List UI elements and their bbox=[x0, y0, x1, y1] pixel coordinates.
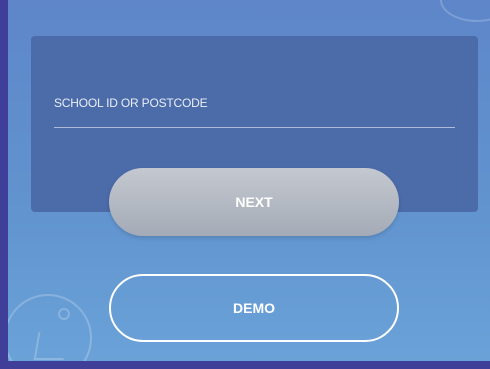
ring-dot-shape bbox=[58, 308, 70, 320]
login-screen: SCHOOL ID OR POSTCODE NEXT DEMO bbox=[8, 0, 490, 361]
demo-button[interactable]: DEMO bbox=[109, 274, 399, 342]
decorative-ring-icon bbox=[8, 294, 92, 361]
school-id-field-label: SCHOOL ID OR POSTCODE bbox=[54, 96, 208, 110]
school-id-input[interactable] bbox=[54, 127, 455, 128]
ring-inner-shape bbox=[33, 332, 69, 360]
decorative-swirl-icon bbox=[440, 0, 490, 22]
next-button[interactable]: NEXT bbox=[109, 168, 399, 236]
